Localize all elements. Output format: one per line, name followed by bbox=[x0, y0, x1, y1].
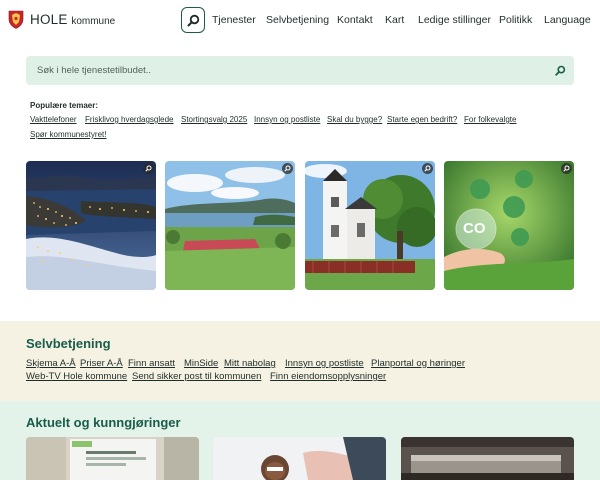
selvbetjening-link-skjema[interactable]: Skjema A-Å bbox=[26, 358, 76, 369]
header-search-button[interactable] bbox=[181, 7, 205, 33]
selvbetjening-link-innsyn[interactable]: Innsyn og postliste bbox=[285, 358, 364, 369]
popular-link-bygge[interactable]: Skal du bygge? bbox=[327, 115, 382, 124]
lake-view-image bbox=[165, 161, 295, 290]
brand-main: HOLE bbox=[30, 12, 68, 27]
search-icon[interactable] bbox=[555, 65, 566, 76]
popular-link-bedrift[interactable]: Starte egen bedrift? bbox=[387, 115, 457, 124]
brand-name[interactable]: HOLE kommune bbox=[30, 12, 115, 27]
popular-link-kommunestyret[interactable]: Spør kommunestyret! bbox=[30, 130, 106, 139]
image-tile-church[interactable] bbox=[305, 161, 435, 290]
site-header: HOLE kommune Tjenester Selvbetjening Kon… bbox=[0, 0, 600, 42]
selvbetjening-link-mitt-nabolag[interactable]: Mitt nabolag bbox=[224, 358, 276, 369]
church-image bbox=[305, 161, 435, 290]
search-icon bbox=[187, 14, 199, 26]
popular-link-vakttelefoner[interactable]: Vakttelefoner bbox=[30, 115, 77, 124]
zoom-button[interactable] bbox=[422, 163, 433, 174]
zoom-icon bbox=[563, 165, 570, 172]
nav-language[interactable]: Language bbox=[544, 14, 591, 26]
nav-tjenester[interactable]: Tjenester bbox=[212, 14, 256, 26]
search-bar bbox=[26, 56, 574, 85]
news-card-3[interactable] bbox=[401, 437, 574, 480]
nav-kart[interactable]: Kart bbox=[385, 14, 404, 26]
zoom-icon bbox=[145, 165, 152, 172]
image-tile-night-town[interactable] bbox=[26, 161, 156, 290]
zoom-icon bbox=[284, 165, 291, 172]
image-tile-lake-view[interactable] bbox=[165, 161, 295, 290]
selvbetjening-link-minside[interactable]: MinSide bbox=[184, 358, 218, 369]
nav-selvbetjening[interactable]: Selvbetjening bbox=[266, 14, 329, 26]
selvbetjening-link-sikker-post[interactable]: Send sikker post til kommunen bbox=[132, 371, 261, 382]
selvbetjening-link-planportal[interactable]: Planportal og høringer bbox=[371, 358, 465, 369]
news-card-1[interactable] bbox=[26, 437, 199, 480]
selvbetjening-link-finn-ansatt[interactable]: Finn ansatt bbox=[128, 358, 175, 369]
selvbetjening-link-eiendom[interactable]: Finn eiendomsopplysninger bbox=[270, 371, 386, 382]
zoom-button[interactable] bbox=[282, 163, 293, 174]
news-image-1 bbox=[26, 437, 199, 480]
news-card-2[interactable] bbox=[213, 437, 386, 480]
co2-overlay-text: CO bbox=[463, 220, 486, 237]
popular-link-innsyn[interactable]: Innsyn og postliste bbox=[254, 115, 320, 124]
popular-topics-title: Populære temaer: bbox=[30, 101, 99, 110]
nav-politikk[interactable]: Politikk bbox=[499, 14, 532, 26]
night-town-image bbox=[26, 161, 156, 290]
image-tile-co2-environment[interactable]: CO bbox=[444, 161, 574, 290]
aktuelt-title: Aktuelt og kunngjøringer bbox=[26, 415, 181, 430]
selvbetjening-title: Selvbetjening bbox=[26, 336, 111, 351]
brand-sub: kommune bbox=[71, 16, 116, 27]
search-input[interactable] bbox=[26, 56, 546, 85]
popular-link-stortingsvalg[interactable]: Stortingsvalg 2025 bbox=[181, 115, 247, 124]
popular-link-friskliv[interactable]: Frisklivog hverdagsglede bbox=[85, 115, 174, 124]
popular-link-folkevalgte[interactable]: For folkevalgte bbox=[464, 115, 516, 124]
selvbetjening-link-priser[interactable]: Priser A-Å bbox=[80, 358, 123, 369]
nav-ledige-stillinger[interactable]: Ledige stillinger bbox=[418, 14, 491, 26]
news-image-3 bbox=[401, 437, 574, 480]
nav-kontakt[interactable]: Kontakt bbox=[337, 14, 373, 26]
zoom-button[interactable] bbox=[561, 163, 572, 174]
coat-of-arms-logo[interactable] bbox=[8, 10, 24, 29]
selvbetjening-link-web-tv[interactable]: Web-TV Hole kommune bbox=[26, 371, 127, 382]
zoom-icon bbox=[424, 165, 431, 172]
news-image-2 bbox=[213, 437, 386, 480]
zoom-button[interactable] bbox=[143, 163, 154, 174]
